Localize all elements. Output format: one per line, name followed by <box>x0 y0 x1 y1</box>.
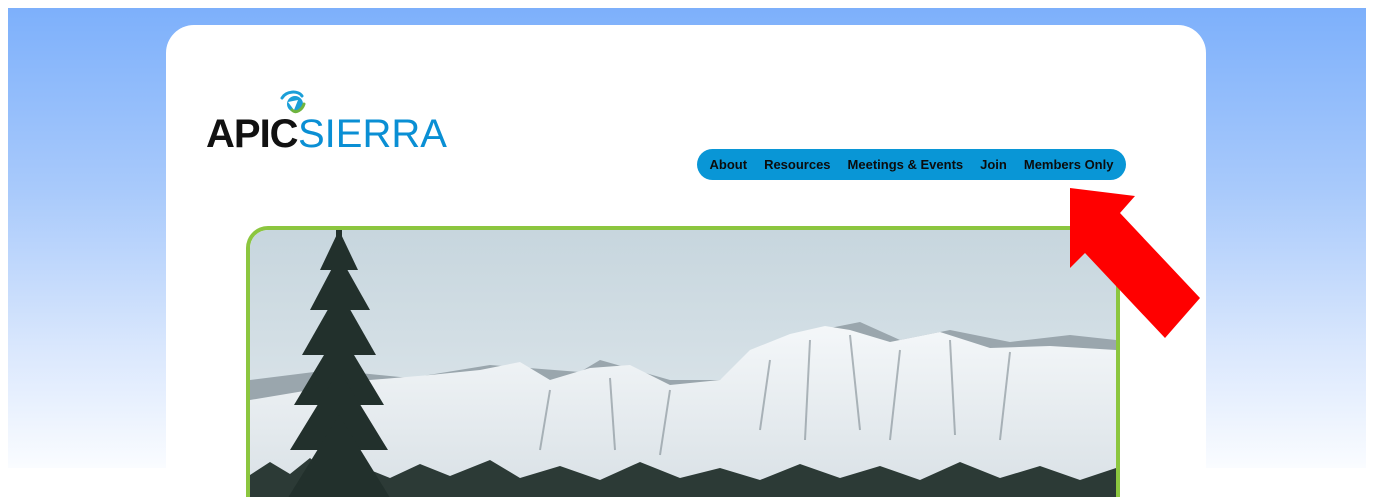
main-nav: About Resources Meetings & Events Join M… <box>697 149 1126 180</box>
logo-text-apic: APIC <box>206 112 298 156</box>
red-pointer-arrow-icon <box>1050 188 1210 348</box>
apic-sierra-logo-icon: APIC SIERRA <box>206 90 447 156</box>
site-logo[interactable]: APIC SIERRA <box>206 88 456 158</box>
nav-members-only[interactable]: Members Only <box>1015 157 1122 172</box>
nav-resources[interactable]: Resources <box>756 157 839 172</box>
nav-meetings-events[interactable]: Meetings & Events <box>839 157 972 172</box>
hero-banner <box>246 226 1120 497</box>
snowy-mountains-image <box>250 230 1116 497</box>
logo-emblem-icon <box>280 90 306 114</box>
nav-about[interactable]: About <box>701 157 756 172</box>
nav-join[interactable]: Join <box>972 157 1016 172</box>
logo-text-sierra: SIERRA <box>298 112 447 156</box>
